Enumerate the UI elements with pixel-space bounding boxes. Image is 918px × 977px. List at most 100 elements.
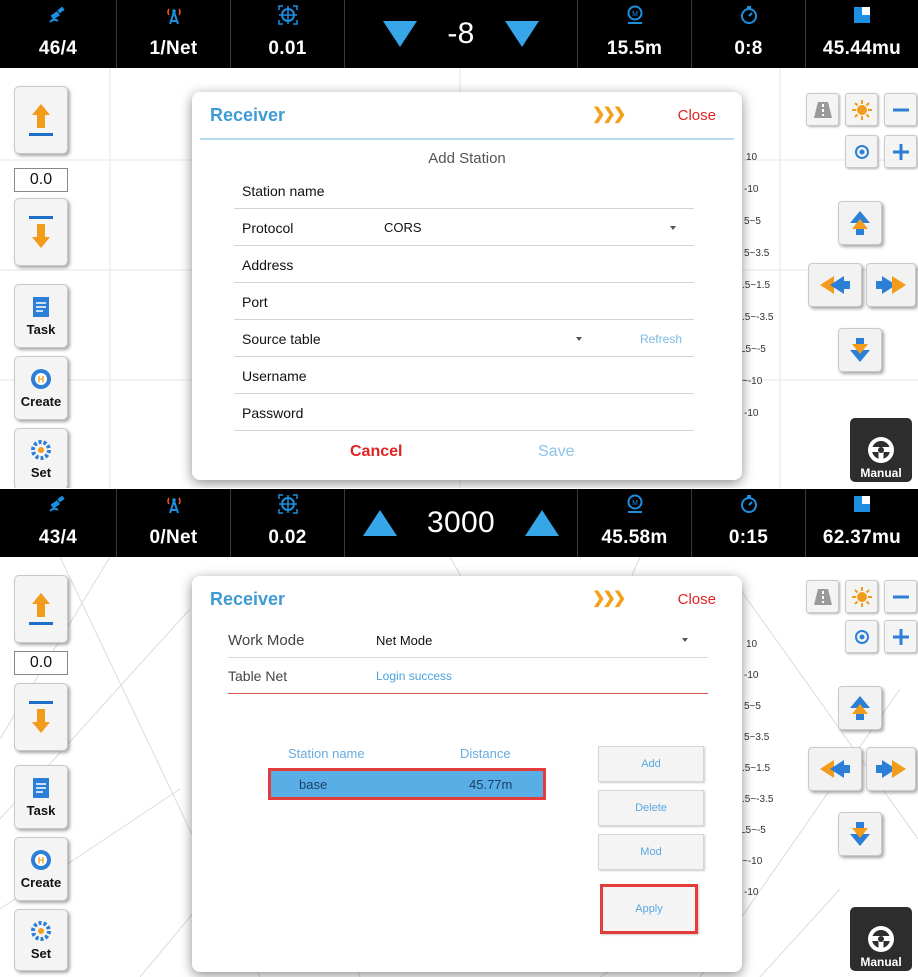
zone-label: L5~-5 (740, 825, 766, 836)
zone-label: 5~5 (744, 216, 761, 227)
precision-status: 0.01 (231, 0, 345, 68)
locate-button[interactable] (845, 620, 878, 653)
move-left-button[interactable] (808, 263, 862, 307)
set-button[interactable]: Set (14, 909, 68, 971)
add-button[interactable]: Add (598, 746, 704, 782)
offset-field[interactable]: 0.0 (14, 651, 68, 675)
distance-status: M 15.5m (578, 0, 692, 68)
up-triangle-icon (524, 510, 559, 536)
road-view-button[interactable] (806, 580, 839, 613)
protocol-select[interactable]: CORS (384, 220, 422, 235)
apply-button[interactable]: Apply (600, 884, 698, 934)
zone-label: .5~-3.5 (742, 794, 774, 805)
create-button[interactable]: H Create (14, 837, 68, 901)
mod-button[interactable]: Mod (598, 834, 704, 870)
arrow-down-icon (29, 701, 53, 733)
lower-button[interactable] (14, 683, 68, 751)
task-label: Task (26, 803, 56, 818)
set-button[interactable]: Set (14, 428, 68, 488)
task-button[interactable]: Task (14, 284, 68, 348)
source-table-row[interactable]: Source table Refresh (234, 320, 694, 357)
raise-button[interactable] (14, 86, 68, 154)
arrow-up-icon (29, 593, 53, 625)
set-label: Set (30, 946, 52, 961)
delete-button[interactable]: Delete (598, 790, 704, 826)
address-row[interactable]: Address (234, 246, 694, 283)
satellite-count: 43/4 (38, 527, 78, 548)
arrow-up-icon (29, 104, 53, 136)
offset-field[interactable]: 0.0 (14, 168, 68, 192)
satellite-status: 46/4 (0, 0, 117, 68)
move-down-button[interactable] (838, 328, 882, 372)
zoom-out-button[interactable] (884, 580, 917, 613)
road-view-button[interactable] (806, 93, 839, 126)
chevrons-icon[interactable]: ❯❯❯ (592, 588, 626, 608)
double-right-icon (876, 276, 906, 294)
move-right-button[interactable] (866, 263, 916, 307)
move-up-button[interactable] (838, 201, 882, 245)
login-status: Login success (376, 669, 453, 683)
create-button[interactable]: H Create (14, 356, 68, 420)
zoom-in-button[interactable] (884, 620, 917, 653)
move-up-button[interactable] (838, 686, 882, 730)
close-button[interactable]: Close (678, 107, 716, 124)
username-row[interactable]: Username (234, 357, 694, 394)
table-header: Station name Distance (268, 742, 546, 768)
steering-wheel-icon (868, 926, 894, 952)
brightness-button[interactable] (845, 93, 878, 126)
move-left-button[interactable] (808, 747, 862, 791)
dialog-subtitle: Add Station (428, 150, 506, 167)
dialog-title: Receiver (210, 105, 286, 125)
zoom-in-button[interactable] (884, 135, 917, 168)
manual-steering-button[interactable]: Manual (850, 907, 912, 971)
dropdown-caret-icon[interactable] (576, 337, 582, 341)
table-row[interactable]: base 45.77m (268, 768, 546, 800)
area-icon (854, 7, 870, 23)
locate-button[interactable] (845, 135, 878, 168)
brightness-button[interactable] (845, 580, 878, 613)
add-station-dialog: Receiver ❯❯❯ Close Add Station Station n… (192, 92, 742, 480)
move-right-button[interactable] (866, 747, 916, 791)
distance-icon: M (627, 5, 642, 24)
lower-button[interactable] (14, 198, 68, 266)
port-row[interactable]: Port (234, 283, 694, 320)
work-mode-row[interactable]: Work Mode Net Mode (228, 622, 708, 658)
antenna-icon (166, 497, 181, 514)
move-down-button[interactable] (838, 812, 882, 856)
area-status: 62.37mu (806, 489, 918, 557)
work-mode-label: Work Mode (228, 632, 305, 649)
up-triangle-icon (363, 510, 398, 536)
dropdown-caret-icon[interactable] (670, 226, 676, 230)
cancel-button[interactable]: Cancel (350, 443, 402, 461)
zone-label: .5~1.5 (742, 763, 771, 774)
chevrons-icon[interactable]: ❯❯❯ (592, 104, 626, 124)
raise-button[interactable] (14, 575, 68, 643)
close-button[interactable]: Close (678, 591, 716, 608)
dialog-header: Receiver ❯❯❯ Close (200, 576, 734, 624)
network-status: 1/Net (117, 0, 231, 68)
dropdown-caret-icon[interactable] (682, 638, 688, 642)
network-value: 0/Net (149, 527, 198, 548)
create-icon: H (31, 850, 51, 870)
password-row[interactable]: Password (234, 394, 694, 431)
create-label: Create (20, 875, 62, 890)
status-bar: 43/4 0/Net 0.02 3000 M 45.58m 0:15 62.37… (0, 489, 918, 557)
arrow-down-icon (29, 216, 53, 248)
network-value: 1/Net (149, 38, 198, 59)
station-name-row[interactable]: Station name (234, 172, 694, 209)
refresh-button[interactable]: Refresh (640, 332, 682, 346)
locate-icon (854, 629, 869, 644)
antenna-icon (166, 8, 181, 25)
distance-status: M 45.58m (578, 489, 692, 557)
save-button[interactable]: Save (538, 443, 574, 461)
source-table-label: Source table (242, 331, 321, 347)
protocol-row[interactable]: Protocol CORS (234, 209, 694, 246)
task-icon (33, 297, 49, 317)
task-button[interactable]: Task (14, 765, 68, 829)
manual-steering-button[interactable]: Manual (850, 418, 912, 482)
sun-icon (851, 586, 872, 607)
zoom-out-button[interactable] (884, 93, 917, 126)
work-mode-select[interactable]: Net Mode (376, 633, 432, 648)
steering-wheel-icon (868, 437, 894, 463)
clock-icon (740, 6, 757, 24)
